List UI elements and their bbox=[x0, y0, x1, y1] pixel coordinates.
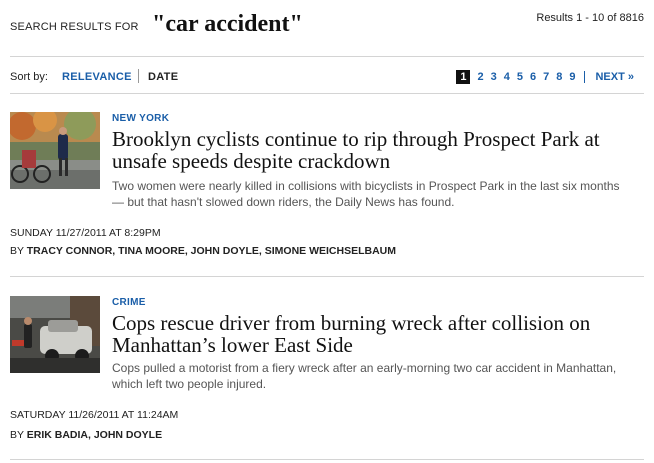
article-headline[interactable]: Cops rescue driver from burning wreck af… bbox=[112, 312, 642, 356]
page-7[interactable]: 7 bbox=[543, 71, 549, 83]
page-8[interactable]: 8 bbox=[556, 71, 562, 83]
search-header: SEARCH RESULTS FOR "car accident" Result… bbox=[10, 0, 650, 48]
search-query: "car accident" bbox=[152, 11, 303, 37]
byline-prefix: BY bbox=[10, 429, 24, 441]
sort-by-label: Sort by: bbox=[10, 71, 48, 83]
search-results-label: SEARCH RESULTS FOR bbox=[10, 21, 139, 33]
pagination: 1 2 3 4 5 6 7 8 9 NEXT » bbox=[456, 68, 634, 86]
article-summary: Two women were nearly killed in collisio… bbox=[112, 179, 620, 209]
page-4[interactable]: 4 bbox=[504, 71, 510, 83]
article-category[interactable]: CRIME bbox=[112, 297, 146, 308]
sort-divider bbox=[138, 69, 139, 83]
sort-relevance-link[interactable]: RELEVANCE bbox=[62, 71, 132, 83]
sort-bar: Sort by: RELEVANCE DATE 1 2 3 4 5 6 7 8 … bbox=[10, 68, 644, 88]
byline-authors[interactable]: ERIK BADIA, JOHN DOYLE bbox=[27, 429, 162, 441]
article-thumbnail[interactable] bbox=[10, 112, 100, 189]
article-timestamp: SUNDAY 11/27/2011 AT 8:29PM bbox=[10, 227, 161, 239]
byline-authors[interactable]: TRACY CONNOR, TINA MOORE, JOHN DOYLE, SI… bbox=[27, 245, 396, 257]
page-9[interactable]: 9 bbox=[569, 71, 575, 83]
divider bbox=[10, 56, 644, 57]
byline-prefix: BY bbox=[10, 245, 24, 257]
divider bbox=[10, 459, 644, 460]
article-byline: BY ERIK BADIA, JOHN DOYLE bbox=[10, 429, 162, 441]
article-thumbnail[interactable] bbox=[10, 296, 100, 373]
page-5[interactable]: 5 bbox=[517, 71, 523, 83]
article-category[interactable]: NEW YORK bbox=[112, 113, 169, 124]
page-6[interactable]: 6 bbox=[530, 71, 536, 83]
results-count: Results 1 - 10 of 8816 bbox=[536, 12, 644, 24]
divider bbox=[10, 276, 644, 277]
car-wreck-photo-image bbox=[10, 296, 100, 373]
article-byline: BY TRACY CONNOR, TINA MOORE, JOHN DOYLE,… bbox=[10, 245, 396, 257]
divider bbox=[10, 93, 644, 94]
article-headline[interactable]: Brooklyn cyclists continue to rip throug… bbox=[112, 128, 642, 172]
next-page-link[interactable]: NEXT » bbox=[595, 71, 634, 83]
article-timestamp: SATURDAY 11/26/2011 AT 11:24AM bbox=[10, 409, 179, 421]
pagination-divider bbox=[584, 71, 586, 83]
page-1[interactable]: 1 bbox=[456, 70, 471, 84]
search-result-item: CRIME Cops rescue driver from burning wr… bbox=[10, 294, 644, 444]
page-2[interactable]: 2 bbox=[477, 71, 483, 83]
article-summary: Cops pulled a motorist from a fiery wrec… bbox=[112, 361, 617, 391]
cyclist-photo-image bbox=[10, 112, 100, 189]
sort-date-link[interactable]: DATE bbox=[148, 71, 178, 83]
page-3[interactable]: 3 bbox=[491, 71, 497, 83]
search-result-item: NEW YORK Brooklyn cyclists continue to r… bbox=[10, 110, 644, 260]
